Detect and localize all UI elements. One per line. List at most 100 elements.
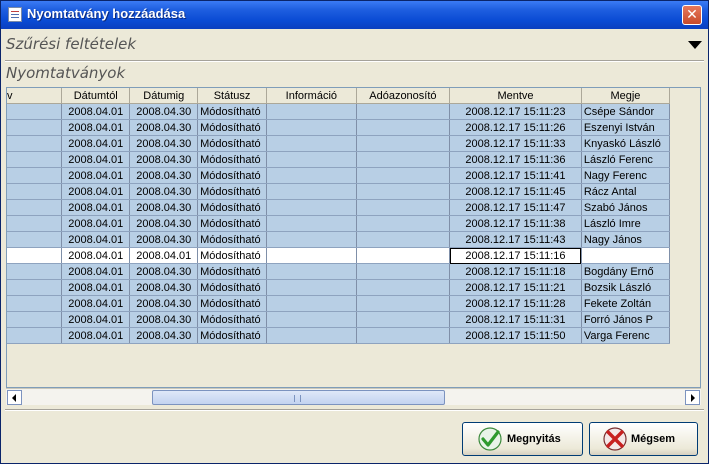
cell-first[interactable] xyxy=(7,151,63,168)
table-row[interactable]: 2008.04.01 2008.04.30 Módosítható 2008.12.1… xyxy=(7,183,671,200)
cell-taxid[interactable] xyxy=(356,247,451,264)
horizontal-scrollbar[interactable] xyxy=(6,388,701,405)
cell-from[interactable]: 2008.04.01 xyxy=(61,199,131,216)
scrollbar-thumb[interactable] xyxy=(152,390,445,405)
table-row[interactable]: 2008.04.01 2008.04.30 Módosítható 2008.12.1… xyxy=(7,231,671,248)
cell-to[interactable]: 2008.04.30 xyxy=(129,279,199,296)
table-row[interactable]: 2008.04.01 2008.04.30 Módosítható 2008.12.1… xyxy=(7,263,671,280)
cell-saved[interactable]: 2008.12.17 15:11:16 xyxy=(449,247,582,264)
cell-note[interactable]: László Imre xyxy=(581,215,671,232)
cell-saved[interactable]: 2008.12.17 15:11:50 xyxy=(449,327,582,344)
cell-from[interactable]: 2008.04.01 xyxy=(61,103,131,120)
table-row[interactable]: 2008.04.01 2008.04.30 Módosítható 2008.12.1… xyxy=(7,135,671,152)
cell-taxid[interactable] xyxy=(356,295,451,312)
cell-taxid[interactable] xyxy=(356,151,451,168)
cell-to[interactable]: 2008.04.30 xyxy=(129,183,199,200)
table-row[interactable]: 2008.04.01 2008.04.30 Módosítható 2008.12.1… xyxy=(7,119,671,136)
cell-taxid[interactable] xyxy=(356,119,451,136)
cell-note[interactable]: Csépe Sándor xyxy=(581,103,671,120)
cell-to[interactable]: 2008.04.30 xyxy=(129,119,199,136)
cell-info[interactable] xyxy=(266,231,357,248)
cell-to[interactable]: 2008.04.01 xyxy=(129,247,199,264)
cell-info[interactable] xyxy=(266,119,357,136)
cell-from[interactable]: 2008.04.01 xyxy=(61,183,131,200)
cell-status[interactable]: Módosítható xyxy=(197,247,268,264)
cell-to[interactable]: 2008.04.30 xyxy=(129,295,199,312)
filter-section-toggle[interactable]: Szűrési feltételek xyxy=(6,34,706,56)
cell-info[interactable] xyxy=(266,167,357,184)
cell-taxid[interactable] xyxy=(356,279,451,296)
cell-status[interactable]: Módosítható xyxy=(197,279,268,296)
cell-info[interactable] xyxy=(266,247,357,264)
table-row[interactable]: 2008.04.01 2008.04.30 Módosítható 2008.12.1… xyxy=(7,295,671,312)
cell-first[interactable] xyxy=(7,295,63,312)
cell-status[interactable]: Módosítható xyxy=(197,215,268,232)
cell-taxid[interactable] xyxy=(356,135,451,152)
cell-from[interactable]: 2008.04.01 xyxy=(61,151,131,168)
cell-first[interactable] xyxy=(7,263,63,280)
cell-info[interactable] xyxy=(266,103,357,120)
cell-to[interactable]: 2008.04.30 xyxy=(129,135,199,152)
cell-to[interactable]: 2008.04.30 xyxy=(129,199,199,216)
cell-saved[interactable]: 2008.12.17 15:11:31 xyxy=(449,311,582,328)
cell-first[interactable] xyxy=(7,119,63,136)
cell-note[interactable]: Varga Ferenc xyxy=(581,327,671,344)
cell-from[interactable]: 2008.04.01 xyxy=(61,295,131,312)
table-row[interactable]: 2008.04.01 2008.04.30 Módosítható 2008.12.1… xyxy=(7,103,671,120)
column-header[interactable]: v xyxy=(7,88,63,104)
column-header[interactable]: Dátumig xyxy=(129,88,199,104)
cell-status[interactable]: Módosítható xyxy=(197,135,268,152)
column-header[interactable]: Státusz xyxy=(197,88,268,104)
cell-first[interactable] xyxy=(7,183,63,200)
column-header[interactable]: Megje xyxy=(581,88,671,104)
title-bar[interactable]: Nyomtatvány hozzáadása ✕ xyxy=(1,1,708,29)
column-header[interactable]: Információ xyxy=(266,88,357,104)
cell-taxid[interactable] xyxy=(356,215,451,232)
cancel-button[interactable]: Mégsem xyxy=(589,422,698,456)
scroll-left-button[interactable] xyxy=(7,390,22,405)
cell-info[interactable] xyxy=(266,279,357,296)
close-button[interactable]: ✕ xyxy=(682,5,702,25)
cell-note[interactable]: Nagy János xyxy=(581,231,671,248)
cell-taxid[interactable] xyxy=(356,183,451,200)
cell-status[interactable]: Módosítható xyxy=(197,263,268,280)
cell-saved[interactable]: 2008.12.17 15:11:23 xyxy=(449,103,582,120)
cell-info[interactable] xyxy=(266,151,357,168)
cell-info[interactable] xyxy=(266,295,357,312)
cell-status[interactable]: Módosítható xyxy=(197,103,268,120)
cell-first[interactable] xyxy=(7,215,63,232)
table-row[interactable]: 2008.04.01 2008.04.30 Módosítható 2008.12.1… xyxy=(7,279,671,296)
cell-from[interactable]: 2008.04.01 xyxy=(61,247,131,264)
cell-taxid[interactable] xyxy=(356,167,451,184)
cell-from[interactable]: 2008.04.01 xyxy=(61,231,131,248)
table-row[interactable]: 2008.04.01 2008.04.30 Módosítható 2008.12.1… xyxy=(7,199,671,216)
cell-saved[interactable]: 2008.12.17 15:11:47 xyxy=(449,199,582,216)
cell-first[interactable] xyxy=(7,103,63,120)
cell-note[interactable]: Knyaskó László xyxy=(581,135,671,152)
cell-status[interactable]: Módosítható xyxy=(197,183,268,200)
cell-info[interactable] xyxy=(266,327,357,344)
cell-status[interactable]: Módosítható xyxy=(197,327,268,344)
cell-to[interactable]: 2008.04.30 xyxy=(129,311,199,328)
cell-status[interactable]: Módosítható xyxy=(197,295,268,312)
table-row[interactable]: 2008.04.01 2008.04.01 Módosítható 2008.12.1… xyxy=(7,247,671,264)
cell-first[interactable] xyxy=(7,231,63,248)
cell-saved[interactable]: 2008.12.17 15:11:28 xyxy=(449,295,582,312)
cell-note[interactable]: Szabó János xyxy=(581,199,671,216)
column-header[interactable]: Mentve xyxy=(449,88,582,104)
cell-saved[interactable]: 2008.12.17 15:11:41 xyxy=(449,167,582,184)
cell-status[interactable]: Módosítható xyxy=(197,311,268,328)
cell-from[interactable]: 2008.04.01 xyxy=(61,263,131,280)
cell-note[interactable]: Forró János P xyxy=(581,311,671,328)
open-button[interactable]: Megnyitás xyxy=(462,422,583,456)
cell-to[interactable]: 2008.04.30 xyxy=(129,103,199,120)
cell-from[interactable]: 2008.04.01 xyxy=(61,327,131,344)
cell-from[interactable]: 2008.04.01 xyxy=(61,167,131,184)
cell-info[interactable] xyxy=(266,263,357,280)
cell-to[interactable]: 2008.04.30 xyxy=(129,327,199,344)
cell-saved[interactable]: 2008.12.17 15:11:45 xyxy=(449,183,582,200)
cell-saved[interactable]: 2008.12.17 15:11:18 xyxy=(449,263,582,280)
table-row[interactable]: 2008.04.01 2008.04.30 Módosítható 2008.12.1… xyxy=(7,151,671,168)
cell-first[interactable] xyxy=(7,279,63,296)
cell-info[interactable] xyxy=(266,215,357,232)
